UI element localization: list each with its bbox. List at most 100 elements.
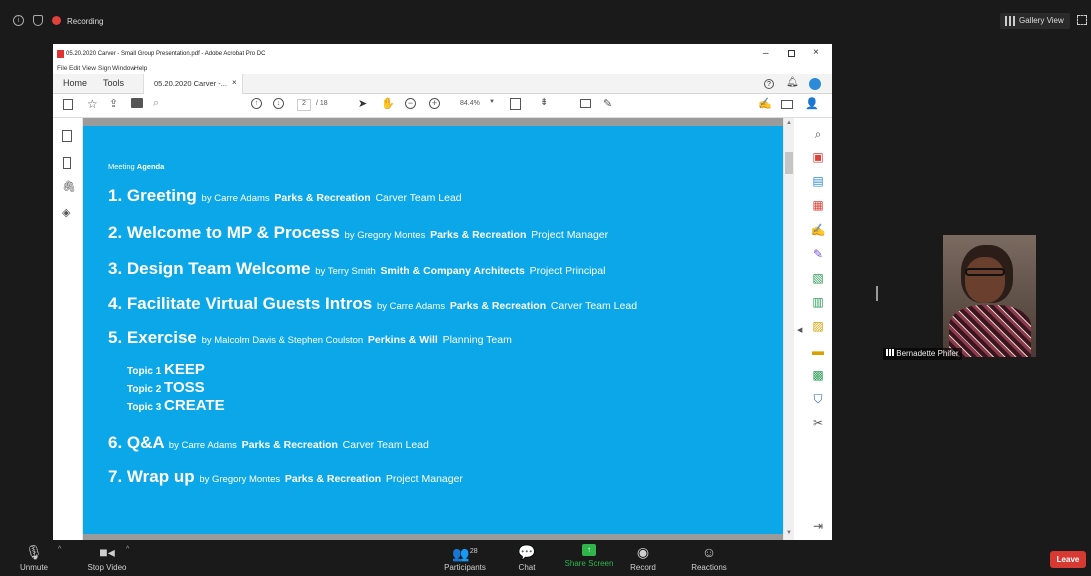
share-user-icon[interactable]: 👤 xyxy=(805,97,819,110)
prepare-form-icon[interactable]: ▥ xyxy=(810,294,826,310)
info-icon[interactable]: i xyxy=(13,15,24,26)
zoom-out-icon[interactable]: − xyxy=(405,98,416,109)
close-button[interactable]: × xyxy=(813,47,819,58)
tab-document-label: 05.20.2020 Carver -... xyxy=(154,79,227,88)
agenda-role: Project Manager xyxy=(385,473,463,485)
shield-icon[interactable] xyxy=(33,15,43,26)
agenda-role: Carver Team Lead xyxy=(550,300,638,312)
attachments-icon[interactable]: 🖇 xyxy=(62,180,76,193)
layers-icon[interactable]: ◈ xyxy=(62,206,70,219)
agenda-title: 6. Q&A xyxy=(108,433,165,452)
collapse-panel-icon[interactable]: ◀ xyxy=(797,326,802,334)
participant-video-tile[interactable] xyxy=(943,235,1036,357)
zoom-in-icon[interactable]: + xyxy=(429,98,440,109)
menu-file[interactable]: File xyxy=(57,65,67,72)
organize-pages-icon[interactable]: ▦ xyxy=(810,197,826,213)
bookmarks-icon[interactable] xyxy=(63,157,71,169)
tab-document[interactable]: 05.20.2020 Carver -... × xyxy=(143,74,243,94)
stop-video-button[interactable]: ■◂ Stop Video xyxy=(82,544,132,572)
select-cursor-icon[interactable]: ➤ xyxy=(358,97,367,110)
page-number-input[interactable]: 2 xyxy=(297,99,311,111)
save-icon[interactable] xyxy=(63,99,73,110)
create-pdf-icon[interactable]: ▣ xyxy=(810,149,826,165)
upload-icon[interactable]: ⇪ xyxy=(109,97,118,110)
help-icon[interactable]: ? xyxy=(764,79,774,89)
expand-panel-icon[interactable]: ⇥ xyxy=(810,518,826,534)
document-viewer[interactable]: Meeting Agenda 1. Greeting by Carre Adam… xyxy=(83,118,783,540)
menu-sign[interactable]: Sign xyxy=(98,65,111,72)
participant-name-tag: Bernadette Phifer xyxy=(883,348,962,360)
agenda-role: Project Manager xyxy=(531,229,609,241)
agenda-item-4: 4. Facilitate Virtual Guests Intros by C… xyxy=(108,294,637,314)
zoom-search-icon[interactable]: ⌕ xyxy=(153,97,159,110)
gallery-view-button[interactable]: Gallery View xyxy=(1000,13,1070,29)
menu-help[interactable]: Help xyxy=(134,65,147,72)
audio-options-caret[interactable]: ^ xyxy=(58,546,61,553)
scroll-mode-icon[interactable]: ⇟ xyxy=(540,97,548,108)
chat-button[interactable]: 💬 Chat xyxy=(510,544,544,572)
bell-icon[interactable]: 🔔︎ xyxy=(786,77,799,88)
scrollbar-thumb[interactable] xyxy=(785,152,793,174)
agenda-item-1: 1. Greeting by Carre Adams Parks & Recre… xyxy=(108,186,462,206)
signal-bars-icon xyxy=(886,349,894,356)
hand-icon[interactable]: ✋ xyxy=(381,97,395,110)
agenda-org: Smith & Company Architects xyxy=(380,265,525,277)
send-review-icon[interactable]: ▨ xyxy=(810,318,826,334)
menu-edit[interactable]: Edit xyxy=(69,65,80,72)
tab-tools[interactable]: Tools xyxy=(103,78,124,88)
agenda-item-3: 3. Design Team Welcome by Terry Smith Sm… xyxy=(108,259,605,279)
fullscreen-icon[interactable] xyxy=(1077,15,1087,25)
leave-button[interactable]: Leave xyxy=(1050,551,1086,568)
zoom-tool-icon[interactable]: ⌕ xyxy=(810,126,826,142)
export-pdf-icon[interactable]: ▤ xyxy=(810,173,826,189)
scan-ocr-icon[interactable]: ▩ xyxy=(810,367,826,383)
fit-page-icon[interactable] xyxy=(510,98,521,110)
email-icon[interactable] xyxy=(781,100,793,109)
agenda-by: by Carre Adams xyxy=(201,193,270,204)
maximize-button[interactable] xyxy=(788,50,795,57)
zoom-level-select[interactable]: 84.4% xyxy=(460,100,480,107)
participants-button[interactable]: 👥28 Participants xyxy=(440,544,490,572)
agenda-org: Parks & Recreation xyxy=(449,300,547,312)
agenda-title: 7. Wrap up xyxy=(108,467,195,486)
print-icon[interactable] xyxy=(131,98,143,108)
tab-close-icon[interactable]: × xyxy=(232,78,237,87)
edit-pdf-icon[interactable]: ✎ xyxy=(810,246,826,262)
agenda-org: Parks & Recreation xyxy=(241,439,338,451)
share-screen-icon: ↑ xyxy=(582,544,596,556)
menu-window[interactable]: Window xyxy=(112,65,135,72)
scroll-down-icon[interactable]: ▼ xyxy=(786,530,792,536)
more-tools-icon[interactable]: ✂ xyxy=(810,415,826,431)
comment-icon[interactable] xyxy=(580,99,591,108)
fill-sign-tool-icon[interactable]: ✍ xyxy=(810,222,826,238)
gallery-view-label: Gallery View xyxy=(1019,16,1064,25)
scroll-up-icon[interactable]: ▲ xyxy=(786,120,792,126)
share-screen-button[interactable]: ↑ Share Screen xyxy=(561,544,617,568)
profile-avatar[interactable] xyxy=(809,78,821,90)
agenda-by: by Carre Adams xyxy=(168,440,237,451)
record-button[interactable]: ◉ Record xyxy=(625,544,661,572)
fill-sign-icon[interactable]: ✍ xyxy=(758,97,772,110)
bookmark-star-icon[interactable]: ☆ xyxy=(87,97,98,111)
stop-video-label: Stop Video xyxy=(87,563,127,572)
next-page-icon[interactable]: ↓ xyxy=(273,98,284,109)
protect-icon[interactable]: ⛉ xyxy=(810,391,826,407)
combine-files-icon[interactable]: ▧ xyxy=(810,270,826,286)
zoom-dropdown-icon[interactable]: ▼ xyxy=(489,99,495,105)
tab-home[interactable]: Home xyxy=(63,78,87,88)
acrobat-titlebar: 05.20.2020 Carver - Small Group Presenta… xyxy=(53,44,832,64)
unmute-button[interactable]: 🎙 Unmute xyxy=(14,544,54,572)
doc-top-strip xyxy=(83,118,783,126)
reactions-button[interactable]: ☺ Reactions xyxy=(686,544,732,572)
record-label: Record xyxy=(630,563,656,572)
video-camera-icon: ■◂ xyxy=(99,544,115,560)
menu-view[interactable]: View xyxy=(82,65,96,72)
page-thumbnails-icon[interactable] xyxy=(62,130,72,142)
pen-icon[interactable]: ✎ xyxy=(603,97,612,110)
comment-tool-icon[interactable]: ▬ xyxy=(810,343,826,359)
video-options-caret[interactable]: ^ xyxy=(126,546,129,553)
minimize-button[interactable]: – xyxy=(763,48,769,59)
scrollbar-track[interactable]: ▲ ▼ xyxy=(784,118,794,540)
topic-label: Topic 3 xyxy=(127,402,162,413)
prev-page-icon[interactable]: ↑ xyxy=(251,98,262,109)
